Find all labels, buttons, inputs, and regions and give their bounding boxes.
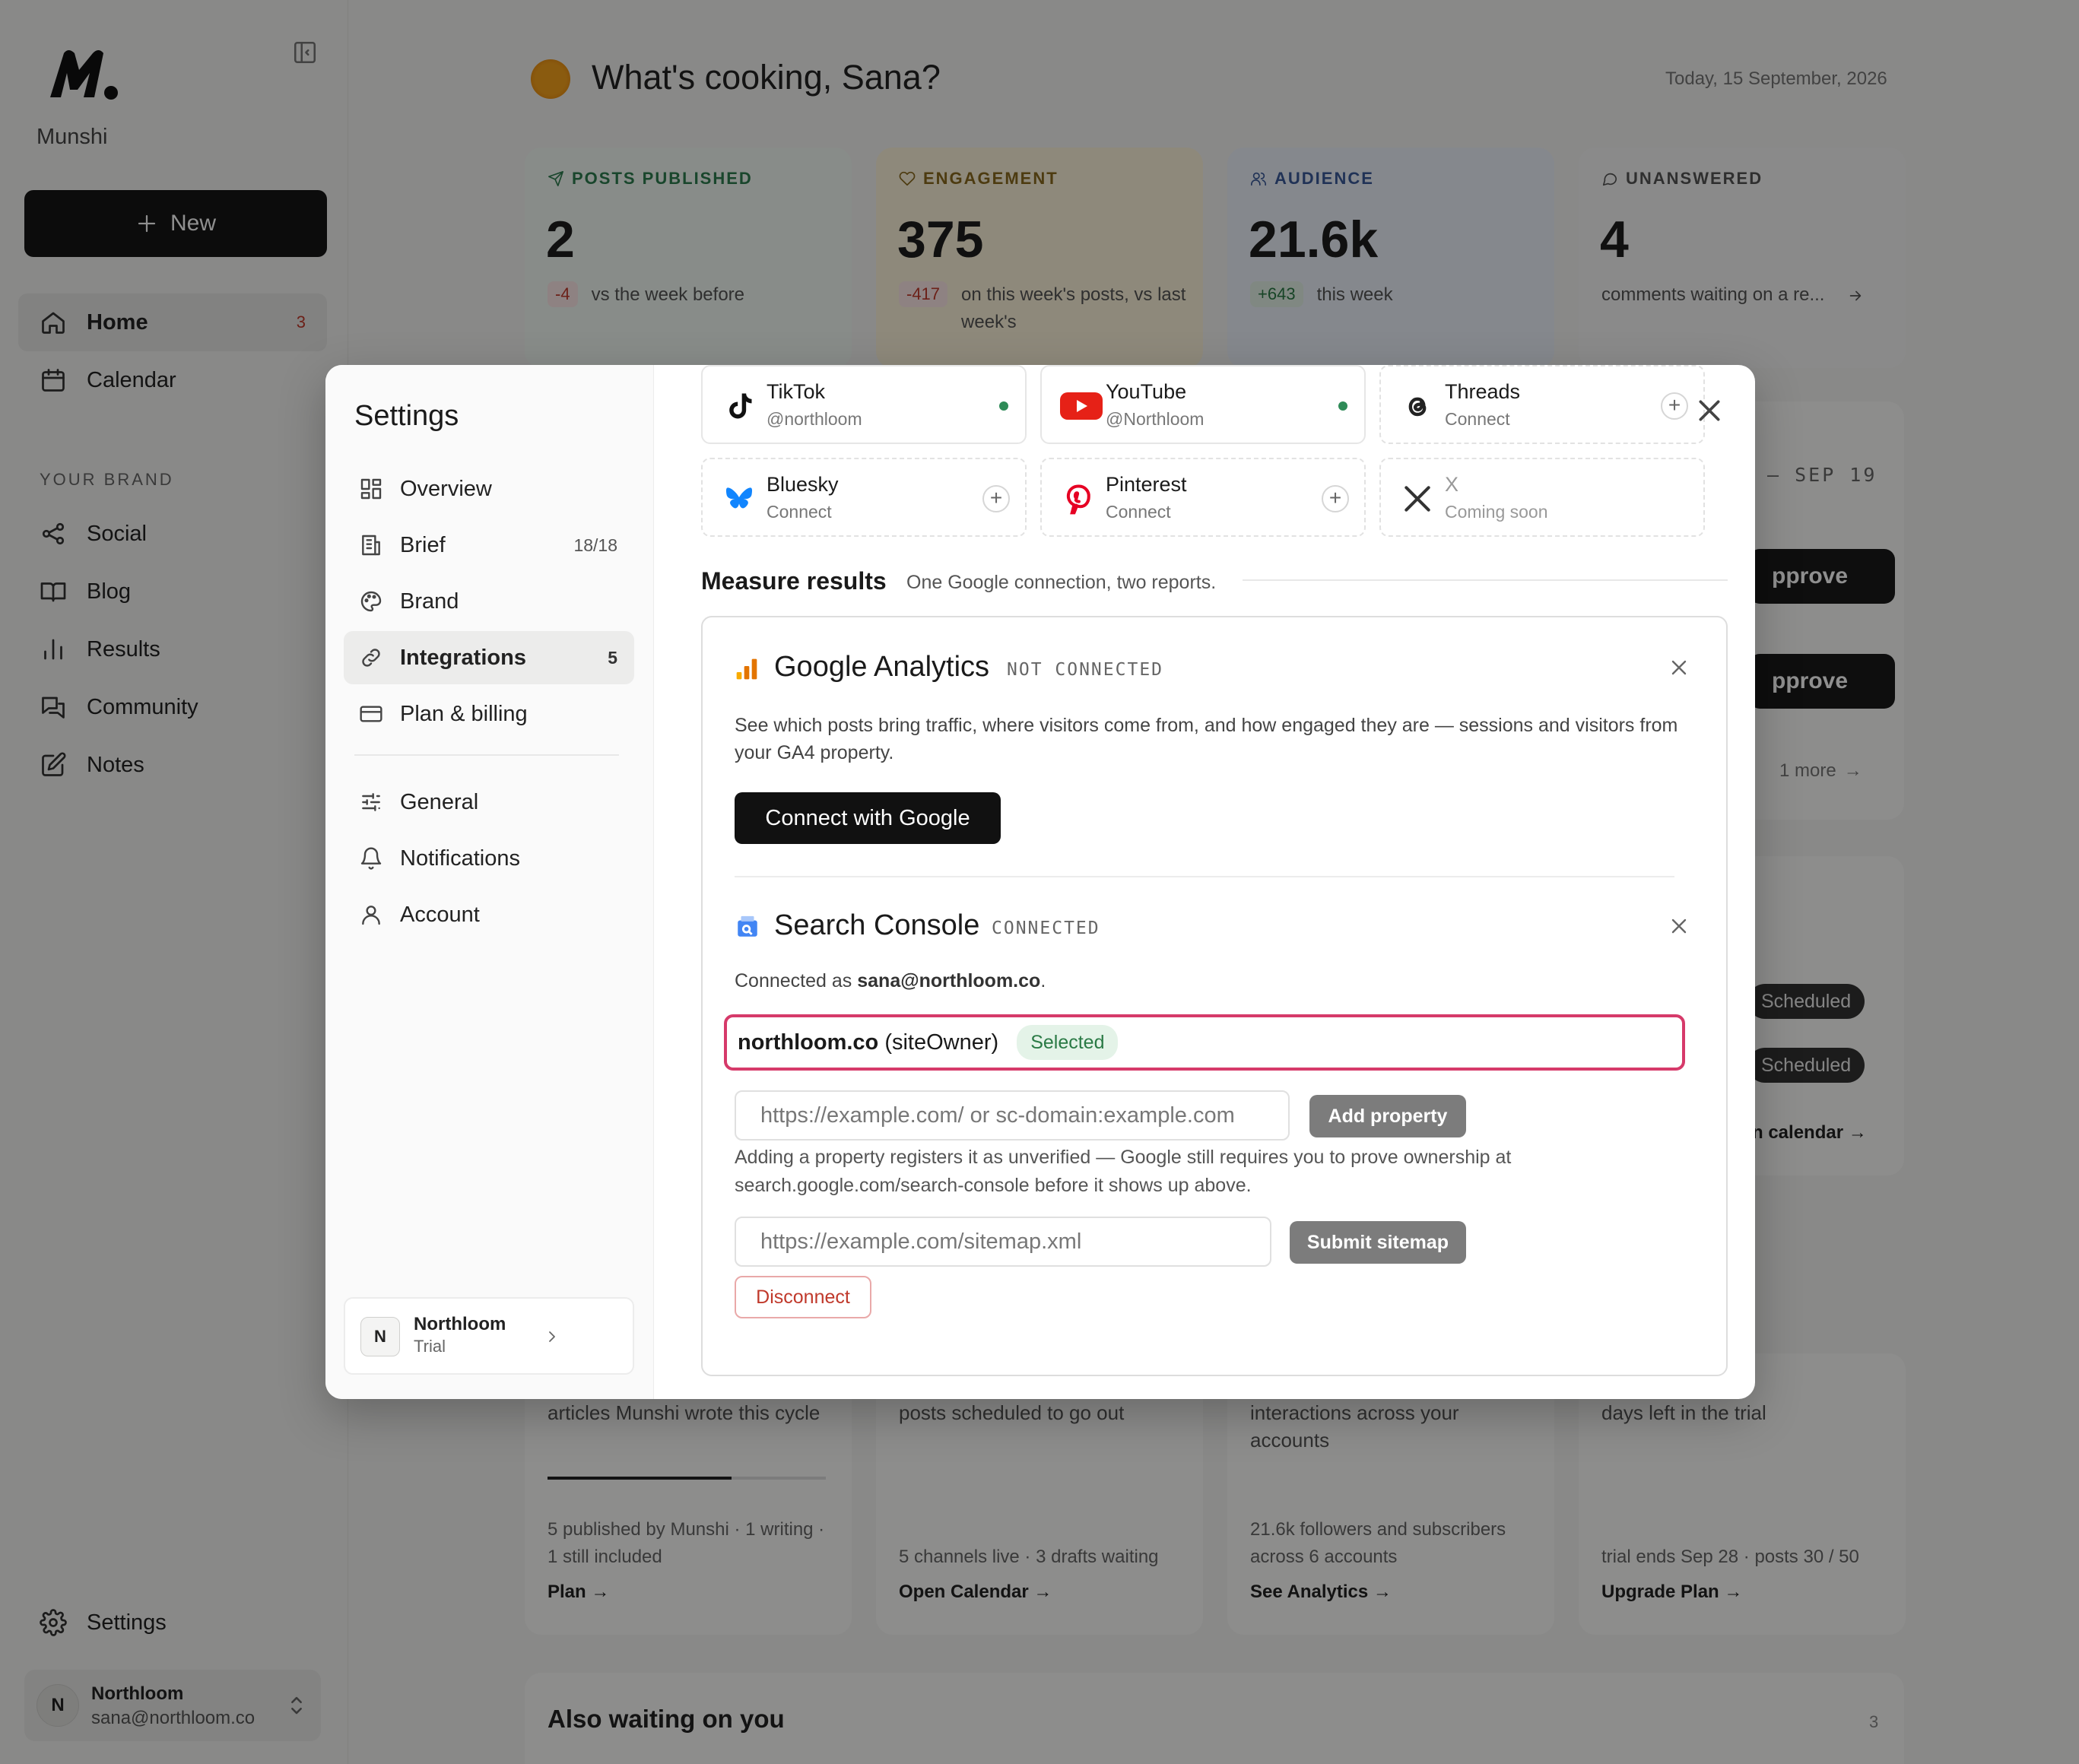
- settings-modal: Settings Overview Brief 18/18 Brand Inte…: [325, 365, 1755, 1399]
- channel-handle: Connect: [767, 502, 832, 522]
- card-icon: [360, 706, 382, 722]
- property-help: Adding a property registers it as unveri…: [735, 1147, 1512, 1196]
- org-plan: Trial: [414, 1337, 446, 1356]
- channel-handle: Connect: [1445, 409, 1510, 429]
- sliders-icon: [362, 793, 380, 811]
- settings-nav-overview[interactable]: Overview: [344, 462, 634, 516]
- channel-threads[interactable]: Threads Connect +: [1379, 365, 1705, 444]
- bluesky-icon: [725, 487, 753, 509]
- channel-name: Pinterest: [1106, 473, 1187, 496]
- ga-status: NOT CONNECTED: [1007, 660, 1164, 680]
- sc-title: Search Console: [774, 909, 980, 941]
- grid-icon: [360, 478, 382, 500]
- add-channel-button[interactable]: +: [982, 485, 1010, 512]
- sitemap-input[interactable]: https://example.com/sitemap.xml: [735, 1217, 1271, 1267]
- add-channel-button[interactable]: +: [1322, 485, 1349, 512]
- channel-x: X Coming soon: [1379, 458, 1705, 537]
- submit-sitemap-button[interactable]: Submit sitemap: [1290, 1221, 1466, 1264]
- connected-email: sana@northloom.co: [857, 970, 1041, 991]
- settings-nav-label: Brand: [400, 589, 459, 614]
- user-icon: [362, 906, 380, 925]
- sc-status: CONNECTED: [992, 918, 1100, 938]
- close-icon[interactable]: [1667, 914, 1691, 938]
- card-divider: [735, 876, 1674, 877]
- settings-nav-notifications[interactable]: Notifications: [344, 832, 634, 885]
- settings-nav-brief[interactable]: Brief 18/18: [344, 519, 634, 572]
- channel-name: Threads: [1445, 380, 1521, 403]
- channel-handle: @Northloom: [1106, 409, 1205, 429]
- channel-name: YouTube: [1106, 380, 1187, 403]
- channel-pinterest[interactable]: Pinterest Connect +: [1040, 458, 1366, 537]
- settings-nav-label: Notifications: [400, 846, 520, 871]
- ga-title: Google Analytics: [774, 651, 990, 683]
- building-icon: [362, 535, 380, 556]
- channel-tiktok[interactable]: TikTok @northloom: [701, 365, 1027, 444]
- connected-dot: [999, 401, 1008, 411]
- close-icon[interactable]: [1694, 395, 1725, 426]
- link-icon: [362, 649, 380, 667]
- settings-nav-billing[interactable]: Plan & billing: [344, 687, 634, 741]
- channel-handle: @northloom: [767, 409, 862, 429]
- settings-nav-label: General: [400, 789, 479, 814]
- channel-handle: Connect: [1106, 502, 1171, 522]
- settings-nav-label: Account: [400, 902, 480, 927]
- settings-nav-label: Brief: [400, 532, 446, 557]
- measure-subtitle: One Google connection, two reports.: [906, 572, 1217, 593]
- property-row-selected[interactable]: northloom.co (siteOwner) Selected: [724, 1014, 1685, 1071]
- selected-badge: Selected: [1017, 1025, 1119, 1060]
- threads-icon: [1408, 397, 1427, 417]
- settings-nav-account[interactable]: Account: [344, 888, 634, 941]
- palette-icon: [360, 591, 382, 612]
- settings-nav-label: Overview: [400, 476, 492, 501]
- settings-divider: [354, 754, 619, 756]
- channel-name: Bluesky: [767, 473, 839, 496]
- ga-description: See which posts bring traffic, where vis…: [735, 715, 1678, 763]
- property-role: (siteOwner): [884, 1030, 999, 1055]
- settings-nav-brand[interactable]: Brand: [344, 575, 634, 628]
- channel-name: X: [1445, 473, 1459, 496]
- settings-sidebar: Settings Overview Brief 18/18 Brand Inte…: [325, 365, 654, 1399]
- connected-as-prefix: Connected as: [735, 970, 852, 991]
- add-channel-button[interactable]: +: [1661, 392, 1688, 420]
- close-icon[interactable]: [1667, 655, 1691, 680]
- org-name: Northloom: [414, 1314, 506, 1334]
- google-integrations-card: Google Analytics NOT CONNECTED See which…: [701, 616, 1728, 1376]
- settings-title: Settings: [354, 400, 459, 432]
- org-switcher[interactable]: N Northloom Trial: [344, 1297, 634, 1375]
- brief-count: 18/18: [573, 535, 617, 555]
- channel-youtube[interactable]: YouTube @Northloom: [1040, 365, 1366, 444]
- channel-bluesky[interactable]: Bluesky Connect +: [701, 458, 1027, 537]
- settings-nav-integrations[interactable]: Integrations 5: [344, 631, 634, 684]
- chevron-right-icon: [549, 1331, 555, 1342]
- tiktok-icon: [729, 393, 752, 419]
- channel-name: TikTok: [767, 380, 826, 403]
- property-name: northloom.co: [738, 1030, 879, 1055]
- settings-nav-label: Integrations: [400, 645, 526, 670]
- pinterest-icon: [1066, 484, 1090, 515]
- search-console-icon: [738, 915, 757, 937]
- property-input[interactable]: https://example.com/ or sc-domain:exampl…: [735, 1090, 1290, 1141]
- settings-nav-label: Plan & billing: [400, 701, 528, 726]
- disconnect-button[interactable]: Disconnect: [735, 1276, 871, 1318]
- connected-as: Connected as sana@northloom.co.: [735, 970, 1046, 991]
- x-logo-icon: [1405, 486, 1430, 512]
- connect-google-button[interactable]: Connect with Google: [735, 792, 1001, 844]
- measure-title: Measure results: [701, 567, 887, 595]
- integrations-count: 5: [608, 647, 617, 668]
- connected-dot: [1338, 401, 1347, 411]
- bell-icon: [360, 847, 382, 870]
- channel-handle: Coming soon: [1445, 502, 1548, 522]
- measure-divider: [1243, 579, 1728, 581]
- org-avatar: N: [360, 1317, 400, 1356]
- settings-nav-general[interactable]: General: [344, 776, 634, 829]
- property-label: northloom.co (siteOwner): [738, 1030, 998, 1055]
- analytics-icon: [736, 658, 757, 680]
- add-property-button[interactable]: Add property: [1309, 1095, 1466, 1137]
- youtube-icon: [1060, 392, 1103, 420]
